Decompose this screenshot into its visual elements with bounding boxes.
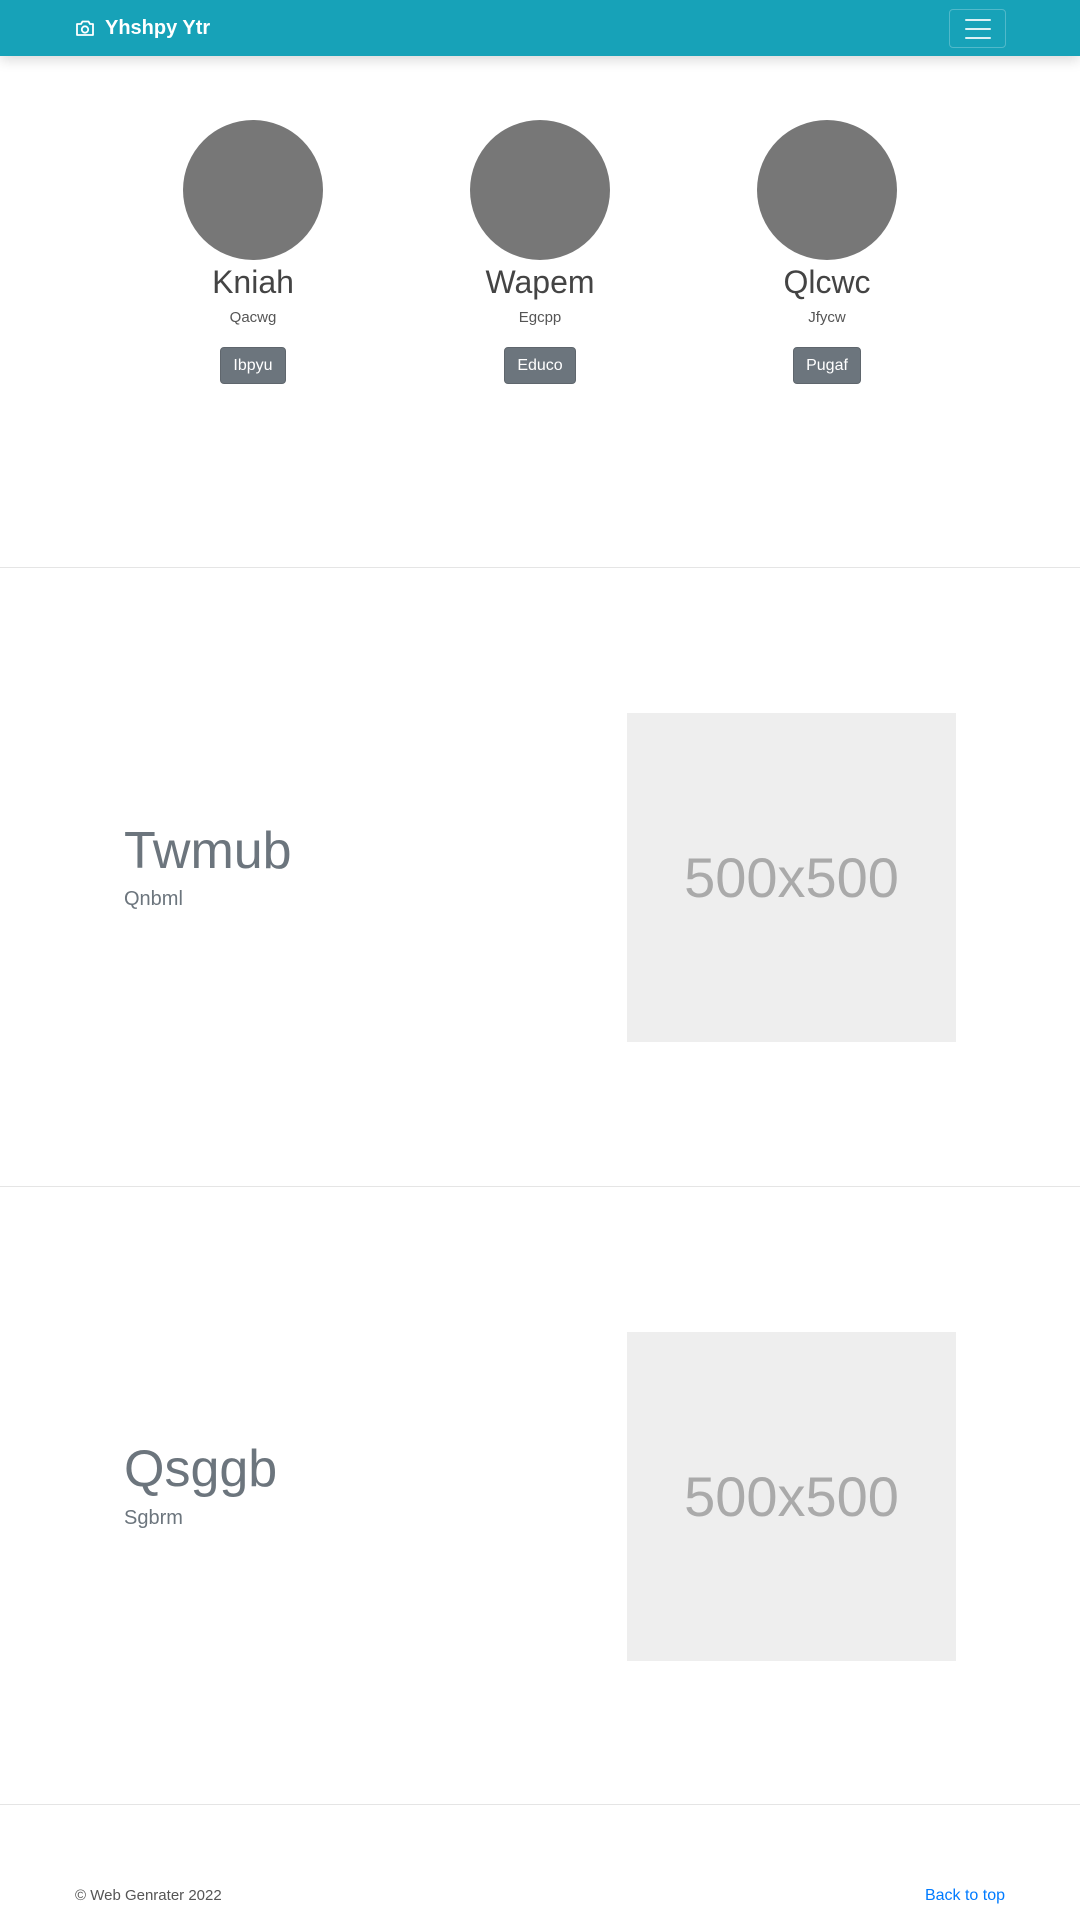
camera-icon — [75, 19, 95, 37]
member-name: Kniah — [212, 264, 294, 300]
feature-title: Qsggb — [124, 1440, 278, 1498]
brand-label: Yhshpy Ytr — [105, 16, 211, 39]
brand-link[interactable]: Yhshpy Ytr — [75, 0, 210, 56]
team-section: Kniah Qacwg Ibpyu Wapem Egcpp Educo Qlcw… — [0, 120, 1080, 390]
feature-subtitle: Sgbrm — [124, 1507, 183, 1529]
feature-image-placeholder: 500x500 — [627, 713, 956, 1042]
navbar-toggler-button[interactable] — [949, 9, 1006, 48]
feature-section: Twmub Qnbml 500x500 — [0, 568, 1080, 1186]
member-button[interactable]: Ibpyu — [220, 347, 286, 384]
avatar — [183, 120, 323, 260]
member-role: Jfycw — [808, 309, 846, 326]
back-to-top-link[interactable]: Back to top — [925, 1887, 1005, 1905]
footer: © Web Genrater 2022 Back to top — [0, 1805, 1080, 1910]
feature-subtitle: Qnbml — [124, 888, 183, 910]
hamburger-menu-icon — [964, 18, 991, 21]
avatar — [757, 120, 897, 260]
member-name: Wapem — [485, 264, 595, 300]
member-role: Qacwg — [229, 309, 277, 326]
navbar: Yhshpy Ytr — [0, 0, 1080, 56]
feature-title: Twmub — [124, 822, 292, 880]
team-member: Kniah Qacwg Ibpyu — [123, 120, 383, 384]
avatar — [470, 120, 610, 260]
feature-section: Qsggb Sgbrm 500x500 — [0, 1187, 1080, 1804]
member-button[interactable]: Educo — [504, 347, 576, 384]
team-member: Wapem Egcpp Educo — [410, 120, 670, 384]
copyright-text: © Web Genrater 2022 — [75, 1887, 222, 1904]
team-member: Qlcwc Jfycw Pugaf — [697, 120, 957, 384]
feature-image-placeholder: 500x500 — [627, 1332, 956, 1661]
member-name: Qlcwc — [783, 264, 871, 300]
member-role: Egcpp — [518, 309, 562, 326]
member-button[interactable]: Pugaf — [793, 347, 861, 384]
